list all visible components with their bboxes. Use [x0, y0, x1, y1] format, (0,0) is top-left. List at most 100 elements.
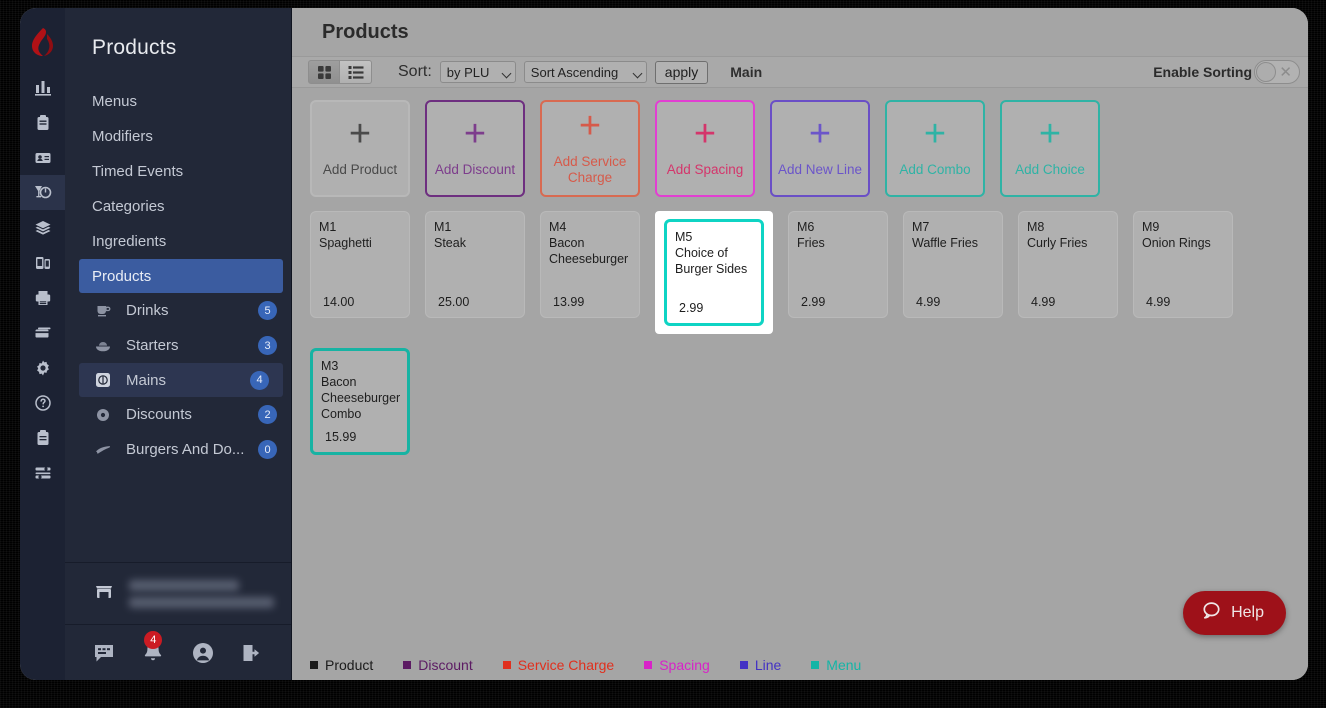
- sidebar-category-count: 5: [258, 301, 277, 320]
- user-icon[interactable]: [186, 638, 220, 668]
- sidebar-category-mains[interactable]: Mains 4: [79, 363, 283, 397]
- sidebar-category-discounts[interactable]: Discounts 2: [65, 397, 291, 432]
- grid-view-icon[interactable]: [308, 60, 340, 84]
- sidebar-item-products[interactable]: Products: [79, 259, 283, 293]
- add-button-label: Add Service Charge: [542, 154, 638, 185]
- sidebar-bottom-bar: 4: [65, 624, 291, 680]
- product-card-m5-choice-of-burger-sides[interactable]: M5 Choice of Burger Sides 2.99: [664, 219, 764, 326]
- product-name: Choice of Burger Sides: [675, 245, 753, 277]
- sidebar-category-count: 3: [258, 336, 277, 355]
- add-product-button[interactable]: + Add Product: [310, 100, 410, 197]
- sidebar-item-label: Products: [92, 268, 151, 285]
- legend-item-line: Line: [740, 657, 781, 673]
- sidebar-item-label: Modifiers: [92, 128, 153, 145]
- sidebar-item-categories[interactable]: Categories: [65, 189, 291, 224]
- payment-card-icon[interactable]: [20, 315, 65, 350]
- legend-swatch: [811, 661, 819, 669]
- drinks-icon[interactable]: [20, 175, 65, 210]
- add-choice-button[interactable]: + Add Choice: [1000, 100, 1100, 197]
- main-dish-icon: [92, 371, 114, 389]
- add-spacing-button[interactable]: + Add Spacing: [655, 100, 755, 197]
- devices-icon[interactable]: [20, 245, 65, 280]
- sidebar-item-label: Categories: [92, 198, 165, 215]
- plus-icon: +: [809, 119, 831, 149]
- help-button[interactable]: Help: [1183, 591, 1286, 635]
- notification-badge: 4: [144, 631, 162, 649]
- product-plu: M9: [1142, 219, 1224, 235]
- add-discount-button[interactable]: + Add Discount: [425, 100, 525, 197]
- store-name-redacted: [129, 580, 274, 608]
- sidebar-item-timed-events[interactable]: Timed Events: [65, 154, 291, 189]
- product-card-m6-fries[interactable]: M6 Fries 2.99: [788, 211, 888, 318]
- sidebar-category-label: Starters: [126, 337, 258, 354]
- sidebar-category-drinks[interactable]: Drinks 5: [65, 293, 291, 328]
- help-circle-icon[interactable]: [20, 385, 65, 420]
- sidebar-item-modifiers[interactable]: Modifiers: [65, 119, 291, 154]
- salad-icon: [92, 337, 114, 355]
- product-card-m8-curly-fries[interactable]: M8 Curly Fries 4.99: [1018, 211, 1118, 318]
- app-window: Products Menus Modifiers Timed Events Ca…: [20, 8, 1308, 680]
- sort-field-select[interactable]: by PLU: [440, 61, 516, 83]
- sliders-icon[interactable]: [20, 455, 65, 490]
- product-plu: M4: [549, 219, 631, 235]
- layers-icon[interactable]: [20, 210, 65, 245]
- gear-icon[interactable]: [20, 350, 65, 385]
- product-price: 25.00: [438, 294, 469, 310]
- legend-label: Service Charge: [518, 657, 615, 673]
- apply-button[interactable]: apply: [655, 61, 708, 84]
- product-name: Bacon Cheeseburger Combo: [321, 374, 399, 422]
- sort-field-select-wrap: by PLU: [440, 61, 516, 83]
- add-service-charge-button[interactable]: + Add Service Charge: [540, 100, 640, 197]
- sidebar-nav: Menus Modifiers Timed Events Categories …: [65, 82, 291, 562]
- add-new-line-button[interactable]: + Add New Line: [770, 100, 870, 197]
- bar-chart-icon[interactable]: [20, 70, 65, 105]
- add-button-label: Add Choice: [1011, 162, 1089, 178]
- printer-icon[interactable]: [20, 280, 65, 315]
- screenshot-frame: Products Menus Modifiers Timed Events Ca…: [0, 0, 1326, 708]
- sidebar-category-burgers-and-do[interactable]: Burgers And Do... 0: [65, 432, 291, 467]
- clipboard-list-icon[interactable]: [20, 420, 65, 455]
- product-card-m1-spaghetti[interactable]: M1 Spaghetti 14.00: [310, 211, 410, 318]
- sidebar-category-label: Discounts: [126, 406, 258, 423]
- tab-main[interactable]: Main: [730, 64, 762, 80]
- add-button-label: Add Combo: [895, 162, 974, 178]
- sidebar-category-label: Burgers And Do...: [126, 441, 258, 458]
- chat-icon[interactable]: [87, 638, 121, 668]
- legend-label: Product: [325, 657, 373, 673]
- clipboard-icon[interactable]: [20, 105, 65, 140]
- view-toggle: [308, 60, 372, 84]
- page-header: Products: [292, 8, 1308, 56]
- add-buttons-row: + Add Product + Add Discount + Add Servi…: [310, 100, 1308, 197]
- sort-order-select[interactable]: Sort Ascending: [524, 61, 647, 83]
- product-price: 4.99: [1031, 294, 1055, 310]
- product-card-m1-steak[interactable]: M1 Steak 25.00: [425, 211, 525, 318]
- product-name: Bacon Cheeseburger: [549, 235, 631, 267]
- product-name: Curly Fries: [1027, 235, 1109, 251]
- product-card-m4-bacon-cheeseburger[interactable]: M4 Bacon Cheeseburger 13.99: [540, 211, 640, 318]
- legend-label: Line: [755, 657, 781, 673]
- product-card-m3-bacon-cheeseburger-combo[interactable]: M3 Bacon Cheeseburger Combo 15.99: [310, 348, 410, 455]
- logout-icon[interactable]: [235, 638, 269, 668]
- list-view-icon[interactable]: [340, 60, 372, 84]
- add-button-label: Add Spacing: [663, 162, 748, 178]
- bell-icon[interactable]: 4: [136, 638, 170, 668]
- enable-sorting-toggle[interactable]: ✕: [1254, 60, 1300, 84]
- sort-order-select-wrap: Sort Ascending: [524, 61, 647, 83]
- page-title: Products: [322, 21, 409, 44]
- product-card-m7-waffle-fries[interactable]: M7 Waffle Fries 4.99: [903, 211, 1003, 318]
- sidebar-item-menus[interactable]: Menus: [65, 84, 291, 119]
- add-combo-button[interactable]: + Add Combo: [885, 100, 985, 197]
- store-info[interactable]: [65, 562, 291, 624]
- id-card-icon[interactable]: [20, 140, 65, 175]
- sidebar-item-ingredients[interactable]: Ingredients: [65, 224, 291, 259]
- legend-bar: Product Discount Service Charge Spacing …: [292, 650, 1308, 680]
- sidebar-category-starters[interactable]: Starters 3: [65, 328, 291, 363]
- sidebar-item-label: Timed Events: [92, 163, 183, 180]
- sidebar-item-label: Ingredients: [92, 233, 166, 250]
- sidebar-category-count: 2: [258, 405, 277, 424]
- product-card-m9-onion-rings[interactable]: M9 Onion Rings 4.99: [1133, 211, 1233, 318]
- product-name: Onion Rings: [1142, 235, 1224, 251]
- plus-icon: +: [464, 119, 486, 149]
- close-icon[interactable]: ✕: [1279, 63, 1292, 81]
- plus-icon: +: [924, 119, 946, 149]
